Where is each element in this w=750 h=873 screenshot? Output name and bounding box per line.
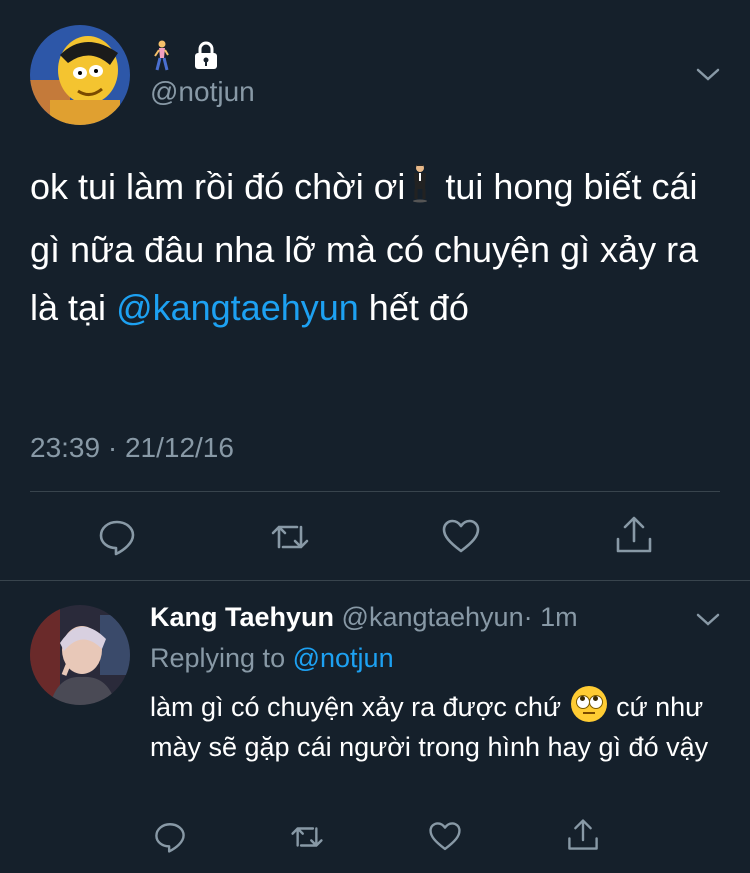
like-icon xyxy=(442,519,480,553)
retweet-icon xyxy=(291,827,323,847)
reply-text: làm gì có chuyện xảy ra được chứ cứ như … xyxy=(150,686,710,767)
face-with-rolling-eyes-icon xyxy=(570,686,607,722)
share-icon xyxy=(616,516,652,553)
reply-text-part-1: làm gì có chuyện xảy ra được chứ xyxy=(150,692,562,722)
reply-icon xyxy=(99,520,135,556)
person-walking-icon xyxy=(150,40,174,77)
mention-link[interactable]: @kangtaehyun xyxy=(116,287,359,328)
chevron-down-icon[interactable] xyxy=(694,605,722,633)
reply-header: Kang Taehyun @kangtaehyun· 1m xyxy=(150,602,578,633)
chevron-down-icon[interactable] xyxy=(694,60,722,88)
avatar[interactable] xyxy=(30,605,130,705)
reply-icon xyxy=(155,823,185,853)
replying-to: Replying to @notjun xyxy=(150,643,394,674)
author-handle[interactable]: @kangtaehyun xyxy=(342,602,524,632)
author-handle[interactable]: @notjun xyxy=(150,76,255,108)
like-button[interactable] xyxy=(441,517,481,557)
retweet-icon xyxy=(271,525,309,549)
divider xyxy=(30,491,720,492)
retweet-button[interactable] xyxy=(270,517,310,557)
like-icon xyxy=(429,822,461,851)
replying-prefix: Replying to xyxy=(150,643,286,673)
man-in-business-suit-levitating-icon xyxy=(409,162,431,221)
divider xyxy=(0,580,750,581)
share-icon xyxy=(568,819,598,850)
reply-time: · 1m xyxy=(523,602,578,632)
replying-to-link[interactable]: @notjun xyxy=(293,643,394,673)
tweet-text: ok tui làm rồi đó chời ơi tui hong biết … xyxy=(30,158,720,338)
share-button[interactable] xyxy=(614,515,654,555)
share-button[interactable] xyxy=(566,818,600,852)
avatar[interactable] xyxy=(30,25,130,125)
tweet-text-part-3: hết đó xyxy=(368,287,469,328)
profile-emoji-row xyxy=(150,40,220,77)
retweet-button[interactable] xyxy=(290,820,324,854)
tweet-timestamp: 23:39 · 21/12/16 xyxy=(30,432,234,463)
reply-button[interactable] xyxy=(97,517,137,557)
reply-button[interactable] xyxy=(153,820,187,854)
author-name[interactable]: Kang Taehyun xyxy=(150,602,334,632)
lock-icon xyxy=(192,41,220,76)
like-button[interactable] xyxy=(428,820,462,854)
tweet-text-part-1: ok tui làm rồi đó chời ơi xyxy=(30,166,406,207)
